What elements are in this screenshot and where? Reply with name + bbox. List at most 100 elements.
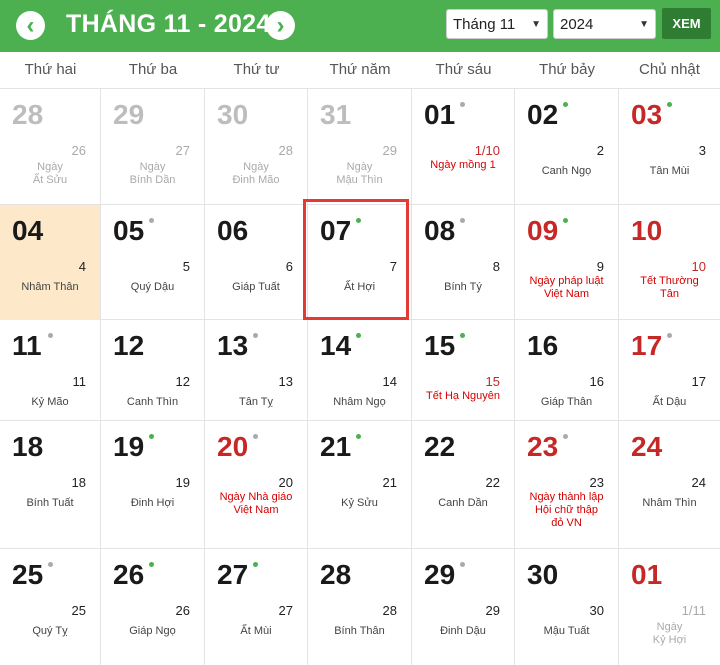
day-cell[interactable]: 12 12 Canh Thìn	[101, 320, 205, 421]
day-cell[interactable]: 02 2 Canh Ngọ	[515, 89, 619, 205]
can-chi-label: Nhâm Ngọ	[333, 396, 386, 408]
day-number: 10	[631, 215, 663, 246]
weekday-label: Thứ hai	[24, 61, 77, 78]
day-cell[interactable]: 16 16 Giáp Thân	[515, 320, 619, 421]
day-cell[interactable]: 13 13 Tân Tỵ	[205, 320, 308, 421]
day-cell[interactable]: 15 15 Tết Hạ Nguyên	[412, 320, 515, 421]
lunar-day: 13	[278, 374, 293, 389]
lunar-day: 24	[691, 475, 706, 490]
can-chi-label: Kỷ Mão	[31, 396, 69, 408]
day-cell[interactable]: 09 9 Ngày pháp luật Việt Nam	[515, 205, 619, 320]
day-cell[interactable]: 18 18 Bính Tuất	[0, 421, 101, 549]
day-number: 06	[217, 215, 249, 246]
lunar-day: 5	[182, 259, 190, 274]
holiday-label: Tết Thường Tân	[640, 275, 699, 300]
event-dot-icon	[48, 562, 53, 567]
calendar-header: ‹ THÁNG 11 - 2024 › Tháng 11 ▼ 2024 ▼ XE…	[0, 0, 720, 52]
event-dot-icon	[149, 218, 154, 223]
holiday-label: Ngày mồng 1	[430, 159, 496, 171]
day-cell-selected[interactable]: 07 7 Ất Hợi	[308, 205, 412, 320]
lunar-day: 1/11	[681, 603, 706, 618]
event-dot-icon	[356, 218, 361, 223]
day-cell[interactable]: 30 28 Ngày Đinh Mão	[205, 89, 308, 205]
day-number: 08	[424, 215, 456, 246]
event-dot-icon	[253, 562, 258, 567]
event-dot-icon	[149, 562, 154, 567]
can-chi-label: Tân Tỵ	[238, 396, 274, 408]
lunar-day: 25	[71, 603, 86, 618]
week-row: 25 25 Quý Tỵ 26 26 Giáp Ngọ 27 27 Ất Mùi 28 28 Bính…	[0, 548, 720, 665]
day-cell[interactable]: 23 23 Ngày thành lập Hội chữ thập đỏ VN	[515, 421, 619, 549]
can-chi-label: Canh Thìn	[126, 396, 179, 408]
weekday-label: Thứ ba	[128, 61, 178, 78]
day-number: 31	[320, 99, 352, 130]
day-cell[interactable]: 29 29 Đinh Dậu	[412, 549, 515, 665]
day-cell[interactable]: 06 6 Giáp Tuất	[205, 205, 308, 320]
chevron-down-icon: ▼	[531, 18, 541, 30]
day-cell[interactable]: 24 24 Nhâm Thìn	[619, 421, 720, 549]
day-cell[interactable]: 11 11 Kỷ Mão	[0, 320, 101, 421]
event-dot-icon	[460, 102, 465, 107]
day-cell[interactable]: 28 26 Ngày Ất Sửu	[0, 89, 101, 205]
can-chi-label: Ngày Kỷ Hợi	[652, 621, 687, 646]
day-cell[interactable]: 25 25 Quý Tỵ	[0, 549, 101, 665]
day-cell[interactable]: 14 14 Nhâm Ngọ	[308, 320, 412, 421]
lunar-day: 14	[382, 374, 397, 389]
day-number: 14	[320, 330, 352, 361]
day-cell[interactable]: 08 8 Bính Tý	[412, 205, 515, 320]
view-button[interactable]: XEM	[662, 8, 711, 39]
day-number: 29	[113, 99, 145, 130]
chevron-right-icon[interactable]: ›	[266, 11, 295, 40]
month-select-value: Tháng 11	[453, 15, 516, 33]
day-cell[interactable]: 03 3 Tân Mùi	[619, 89, 720, 205]
day-number: 28	[320, 559, 352, 590]
day-number: 29	[424, 559, 456, 590]
day-cell[interactable]: 31 29 Ngày Mậu Thìn	[308, 89, 412, 205]
day-number: 05	[113, 215, 145, 246]
week-row: 11 11 Kỷ Mão 12 12 Canh Thìn 13 13 Tân Tỵ 14 14 Nhâ…	[0, 319, 720, 421]
lunar-day: 23	[589, 475, 604, 490]
day-cell[interactable]: 20 20 Ngày Nhà giáo Việt Nam	[205, 421, 308, 549]
day-number: 04	[12, 215, 44, 246]
calendar-grid: 28 26 Ngày Ất Sửu 29 27 Ngày Bính Dần 30 28 Ngày Đi…	[0, 88, 720, 665]
can-chi-label: Đinh Hợi	[130, 497, 175, 509]
day-cell[interactable]: 28 28 Bính Thân	[308, 549, 412, 665]
event-dot-icon	[563, 218, 568, 223]
can-chi-label: Tân Mùi	[649, 165, 690, 177]
can-chi-label: Canh Dần	[438, 497, 488, 509]
event-dot-icon	[149, 434, 154, 439]
can-chi-label: Ngày Bính Dần	[129, 161, 176, 186]
lunar-day: 22	[485, 475, 500, 490]
month-title: THÁNG 11 - 2024	[66, 10, 271, 38]
can-chi-label: Mậu Tuất	[543, 625, 590, 637]
day-cell[interactable]: 04 4 Nhâm Thân	[0, 205, 101, 320]
can-chi-label: Giáp Tuất	[232, 281, 280, 293]
week-row: 18 18 Bính Tuất 19 19 Đinh Hợi 20 20 Ngày Nhà gi…	[0, 420, 720, 549]
year-select[interactable]: 2024 ▼	[553, 9, 656, 39]
day-cell[interactable]: 27 27 Ất Mùi	[205, 549, 308, 665]
can-chi-label: Kỷ Sửu	[341, 497, 378, 509]
day-cell[interactable]: 29 27 Ngày Bính Dần	[101, 89, 205, 205]
day-cell[interactable]: 10 10 Tết Thường Tân	[619, 205, 720, 320]
day-cell[interactable]: 21 21 Kỷ Sửu	[308, 421, 412, 549]
day-cell[interactable]: 01 1/10 Ngày mồng 1	[412, 89, 515, 205]
day-number: 22	[424, 431, 456, 462]
day-cell[interactable]: 01 1/11 Ngày Kỷ Hợi	[619, 549, 720, 665]
day-cell[interactable]: 26 26 Giáp Ngọ	[101, 549, 205, 665]
chevron-left-icon[interactable]: ‹	[16, 11, 45, 40]
day-cell[interactable]: 05 5 Quý Dậu	[101, 205, 205, 320]
can-chi-label: Ất Mùi	[240, 625, 272, 637]
day-number: 13	[217, 330, 249, 361]
month-select[interactable]: Tháng 11 ▼	[446, 9, 548, 39]
lunar-day: 11	[72, 374, 87, 389]
day-cell[interactable]: 22 22 Canh Dần	[412, 421, 515, 549]
can-chi-label: Đinh Dậu	[440, 625, 486, 637]
day-cell[interactable]: 30 30 Mậu Tuất	[515, 549, 619, 665]
day-number: 24	[631, 431, 663, 462]
can-chi-label: Ất Hợi	[343, 281, 376, 293]
day-cell[interactable]: 17 17 Ất Dậu	[619, 320, 720, 421]
day-cell[interactable]: 19 19 Đinh Hợi	[101, 421, 205, 549]
can-chi-label: Nhâm Thân	[21, 281, 79, 293]
day-number: 02	[527, 99, 559, 130]
weekday-label: Thứ bảy	[539, 61, 595, 78]
